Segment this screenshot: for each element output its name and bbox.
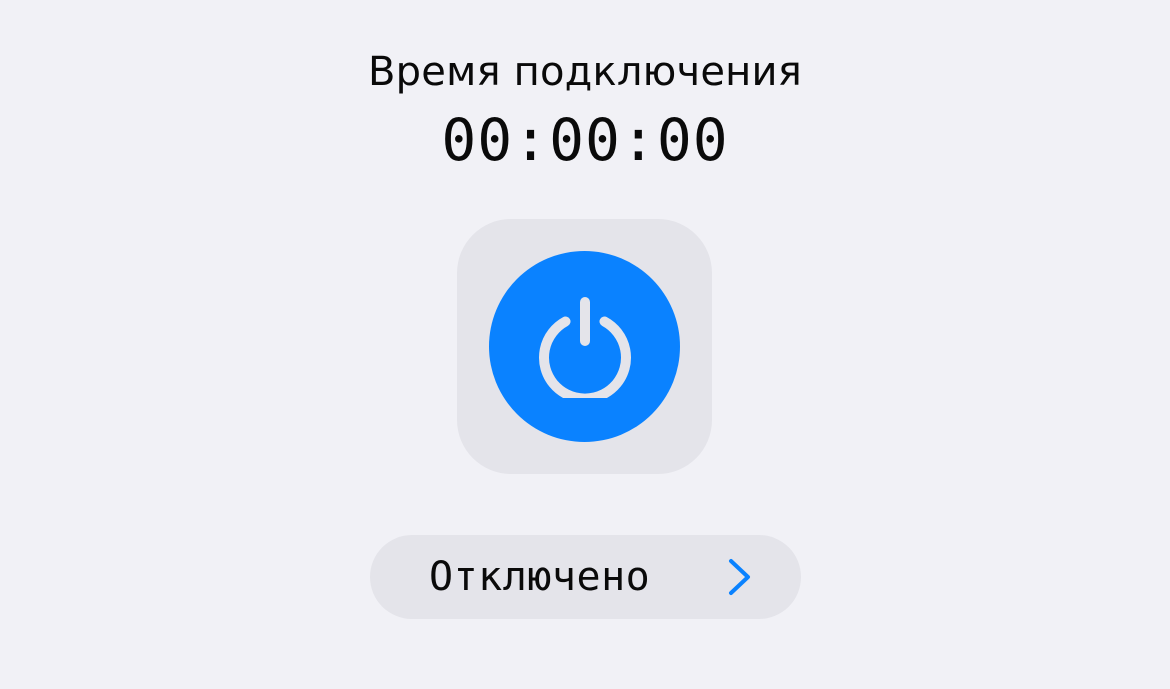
- power-button[interactable]: [489, 251, 680, 442]
- connection-status-button[interactable]: Отключено: [370, 535, 801, 619]
- connection-time-title: Время подключения: [368, 49, 802, 95]
- power-tile[interactable]: [457, 219, 712, 474]
- chevron-right-icon: [729, 559, 750, 595]
- connection-timer: 00:00:00: [441, 106, 729, 174]
- power-icon: [538, 296, 631, 398]
- connection-status-label: Отключено: [429, 554, 651, 600]
- vpn-connection-screen: Время подключения 00:00:00 Отключено: [0, 0, 1170, 689]
